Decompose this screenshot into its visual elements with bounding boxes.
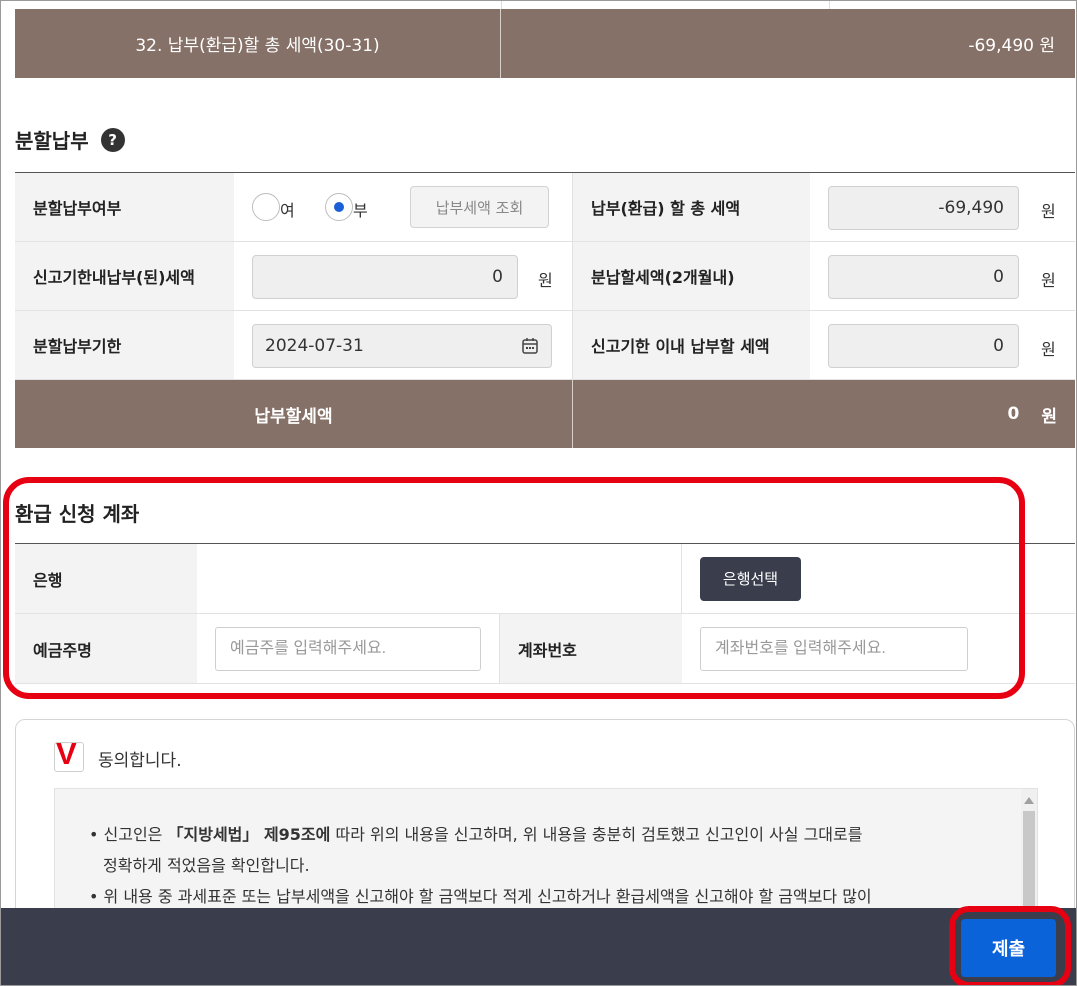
terms-line: 정확하게 적었음을 확인합니다. (103, 856, 310, 875)
divider (829, 1, 830, 9)
scrollbar-thumb[interactable] (1023, 811, 1035, 921)
unit-label: 원 (1041, 271, 1056, 290)
installment-option-cell: 여 부 납부세액 조회 (234, 173, 573, 241)
payable-tax-row: 납부할세액 0 원 (15, 380, 1075, 448)
within-deadline-label: 신고기한 이내 납부할 세액 (573, 311, 810, 379)
due-date-field[interactable]: 2024-07-31 (252, 324, 552, 368)
unit-label: 원 (1041, 406, 1057, 427)
scroll-up-arrow-icon[interactable] (1024, 797, 1034, 804)
payable-tax-value: 0 (1007, 404, 1020, 424)
total-tax-field: -69,490 (828, 186, 1019, 230)
total-tax-summary-value: -69,490 원 (968, 36, 1055, 56)
total-tax-cell: -69,490 원 (810, 173, 1075, 241)
table-row: 신고기한내납부(된)세액 0 원 분납할세액(2개월내) 0 원 (15, 242, 1075, 311)
radio-no-label: 부 (353, 201, 368, 220)
check-mark-icon: V (56, 736, 77, 771)
terms-text: • 신고인은 (89, 825, 168, 844)
radio-yes[interactable] (252, 193, 280, 221)
table-row: 분할납부기한 2024-07-31 신고기한 이내 납부할 세액 0 원 (15, 311, 1075, 380)
installment-table: 분할납부여부 여 부 납부세액 조회 납부(환급) 할 총 세액 -69,490… (15, 172, 1075, 448)
terms-line: • 신고인은 「지방세법」 제95조에 따라 위의 내용을 신고하며, 위 내용… (89, 819, 1013, 850)
payable-tax-cell: 0 원 (573, 380, 1075, 448)
agree-label: 동의합니다. (98, 751, 182, 771)
split-amount-label: 분납할세액(2개월내) (573, 242, 810, 310)
radio-yes-label: 여 (280, 201, 295, 220)
within-deadline-field: 0 (828, 324, 1019, 368)
split-amount-field: 0 (828, 255, 1019, 299)
installment-title-text: 분할납부 (15, 129, 89, 153)
split-amount-cell: 0 원 (810, 242, 1075, 310)
within-deadline-cell: 0 원 (810, 311, 1075, 379)
installment-option-label: 분할납부여부 (15, 173, 234, 241)
due-date-value: 2024-07-31 (265, 336, 364, 356)
tax-lookup-button[interactable]: 납부세액 조회 (410, 186, 549, 228)
divider (501, 1, 502, 9)
tax-form-page: 32. 납부(환급)할 총 세액(30-31) -69,490 원 분할납부 ?… (0, 0, 1077, 986)
installment-section-title: 분할납부 ? (15, 125, 125, 154)
footer-bar (1, 908, 1076, 985)
unit-label: 원 (1041, 340, 1056, 359)
paid-in-deadline-cell: 0 원 (234, 242, 573, 310)
terms-text: 따라 위의 내용을 신고하며, 위 내용을 충분히 검토했고 신고인이 사실 그… (330, 825, 863, 844)
radio-no[interactable] (325, 193, 353, 221)
terms-law-reference: 「지방세법」 제95조에 (167, 825, 331, 844)
unit-label: 원 (538, 271, 553, 290)
refund-highlight-box (3, 477, 1025, 699)
due-date-label: 분할납부기한 (15, 311, 234, 379)
calendar-icon[interactable] (521, 337, 539, 355)
unit-label: 원 (1041, 202, 1056, 221)
table-row: 분할납부여부 여 부 납부세액 조회 납부(환급) 할 총 세액 -69,490… (15, 173, 1075, 242)
total-tax-summary-label: 32. 납부(환급)할 총 세액(30-31) (15, 9, 501, 78)
paid-in-deadline-label: 신고기한내납부(된)세액 (15, 242, 234, 310)
help-icon[interactable]: ? (100, 127, 125, 152)
total-tax-label: 납부(환급) 할 총 세액 (573, 173, 810, 241)
payable-tax-label: 납부할세액 (15, 380, 573, 448)
due-date-cell: 2024-07-31 (234, 311, 573, 379)
total-tax-summary-bar: 32. 납부(환급)할 총 세액(30-31) -69,490 원 (15, 9, 1075, 78)
submit-highlight-box (949, 906, 1071, 985)
paid-in-deadline-field: 0 (252, 255, 518, 299)
